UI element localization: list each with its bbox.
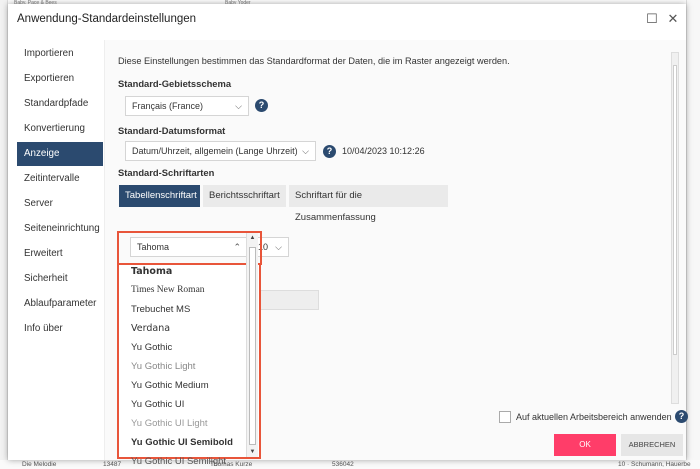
- sidebar-item-info[interactable]: Info über: [17, 317, 103, 341]
- ok-button[interactable]: OK: [554, 434, 616, 456]
- sidebar-item-ablaufparameter[interactable]: Ablaufparameter: [17, 292, 103, 316]
- apply-workspace-label: Auf aktuellen Arbeitsbereich anwenden: [516, 412, 672, 422]
- bg-bottom-code: 536042: [332, 461, 354, 468]
- font-option-yu-gothic-ui-light[interactable]: Yu Gothic UI Light: [131, 414, 208, 433]
- sidebar-item-importieren[interactable]: Importieren: [17, 42, 103, 66]
- scroll-down-icon[interactable]: ▼: [247, 447, 258, 457]
- tab-zusammenfassung[interactable]: Schriftart für die Zusammenfassung: [289, 185, 449, 223]
- sidebar-item-seiteneinrichtung[interactable]: Seiteneinrichtung: [17, 217, 103, 241]
- font-option-trebuchet[interactable]: Trebuchet MS: [131, 300, 190, 319]
- sidebar-item-sicherheit[interactable]: Sicherheit: [17, 267, 103, 291]
- sidebar-item-erweitert[interactable]: Erweitert: [17, 242, 103, 266]
- date-format-value: Datum/Uhrzeit, allgemein (Lange Uhrzeit): [132, 146, 298, 156]
- date-preview: 10/04/2023 10:12:26: [342, 146, 425, 156]
- help-icon[interactable]: ?: [255, 99, 268, 112]
- chevron-down-icon: ⌵: [302, 146, 309, 156]
- obscured-field: [255, 290, 319, 310]
- background-bottom-row: Die Melodie 13487 Thomas Kurze 536042 10…: [0, 460, 700, 469]
- font-dropdown-scrollbar[interactable]: ▲ ▼: [246, 233, 258, 457]
- scroll-up-icon[interactable]: ▲: [247, 233, 258, 243]
- sidebar-item-standardpfade[interactable]: Standardpfade: [17, 92, 103, 116]
- font-option-verdana[interactable]: Verdana: [131, 319, 170, 338]
- date-section-label: Standard-Datumsformat: [118, 125, 226, 136]
- chevron-down-icon: ⌵: [235, 101, 242, 111]
- sidebar-item-konvertierung[interactable]: Konvertierung: [17, 117, 103, 141]
- locale-select[interactable]: Français (France) ⌵: [125, 96, 249, 116]
- font-option-yu-gothic-ui[interactable]: Yu Gothic UI: [131, 395, 184, 414]
- bg-bottom-right: 10 · Schumann, Hauerbe: [618, 461, 691, 468]
- font-option-yu-gothic[interactable]: Yu Gothic: [131, 338, 172, 357]
- font-option-yu-gothic-medium[interactable]: Yu Gothic Medium: [131, 376, 209, 395]
- date-format-select[interactable]: Datum/Uhrzeit, allgemein (Lange Uhrzeit)…: [125, 141, 316, 161]
- settings-dialog: Anwendung-Standardeinstellungen ☐ ✕ Impo…: [8, 4, 688, 460]
- description-text: Diese Einstellungen bestimmen das Standa…: [118, 56, 510, 66]
- tab-berichtsschriftart[interactable]: Berichtsschriftart: [203, 185, 287, 207]
- bg-bottom-num: 13487: [103, 461, 122, 468]
- settings-sidebar: Importieren Exportieren Standardpfade Ko…: [8, 40, 104, 460]
- font-dropdown-list: Tahoma Times New Roman Trebuchet MS Verd…: [117, 262, 261, 467]
- help-icon[interactable]: ?: [323, 145, 336, 158]
- background-right-column: [686, 0, 700, 469]
- font-option-yu-gothic-ui-semilight[interactable]: Yu Gothic UI Semilight: [131, 452, 226, 469]
- locale-select-value: Français (France): [132, 101, 204, 111]
- dialog-title: Anwendung-Standardeinstellungen: [17, 13, 197, 25]
- apply-workspace-checkbox[interactable]: [499, 411, 511, 423]
- font-dropdown-scroll-thumb[interactable]: [249, 247, 256, 445]
- font-option-yu-gothic-ui-semibold[interactable]: Yu Gothic UI Semibold: [131, 433, 233, 452]
- background-row-header: [0, 0, 8, 469]
- content-scrollbar[interactable]: [671, 52, 679, 404]
- bg-bottom-left: Die Melodie: [22, 461, 57, 468]
- fonts-section-label: Standard-Schriftarten: [118, 167, 215, 178]
- help-icon[interactable]: ?: [675, 410, 688, 423]
- font-option-times-new-roman[interactable]: Times New Roman: [131, 281, 205, 300]
- tab-tabellenschriftart[interactable]: Tabellenschriftart: [119, 185, 201, 207]
- sidebar-item-anzeige[interactable]: Anzeige: [17, 142, 103, 166]
- scrollbar-thumb[interactable]: [673, 65, 677, 355]
- font-select-highlight: [117, 231, 262, 265]
- close-icon[interactable]: ✕: [665, 11, 681, 27]
- chevron-down-icon: ⌵: [275, 242, 282, 252]
- font-option-tahoma[interactable]: Tahoma: [131, 262, 172, 281]
- font-option-yu-gothic-light[interactable]: Yu Gothic Light: [131, 357, 195, 376]
- dialog-titlebar: Anwendung-Standardeinstellungen ☐ ✕: [8, 4, 686, 34]
- sidebar-item-exportieren[interactable]: Exportieren: [17, 67, 103, 91]
- cancel-button[interactable]: ABBRECHEN: [621, 434, 683, 456]
- sidebar-item-server[interactable]: Server: [17, 192, 103, 216]
- maximize-icon[interactable]: ☐: [644, 11, 660, 27]
- sidebar-item-zeitintervalle[interactable]: Zeitintervalle: [17, 167, 103, 191]
- locale-section-label: Standard-Gebietsschema: [118, 78, 232, 89]
